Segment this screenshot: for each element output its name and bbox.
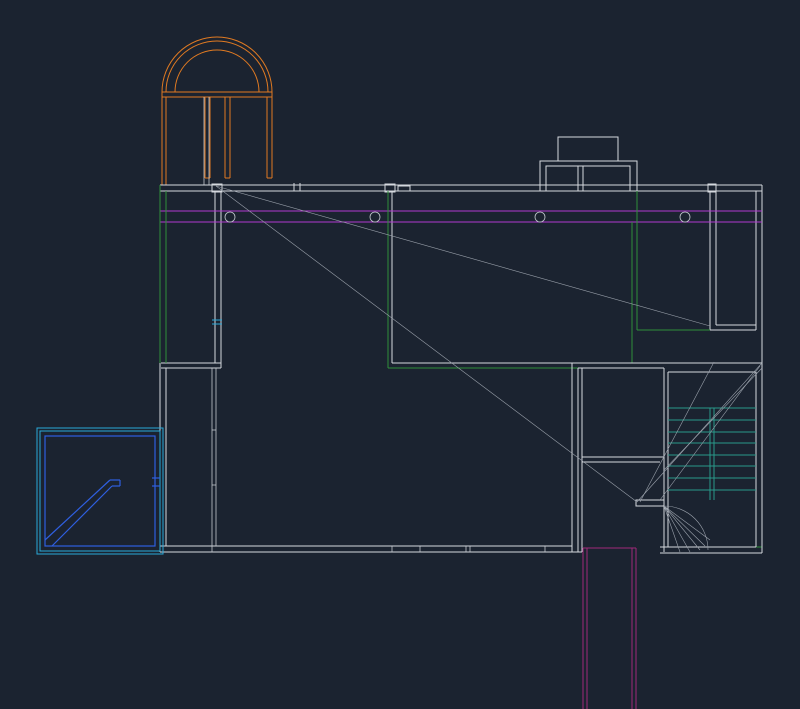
bay-window-orange xyxy=(161,36,273,185)
green-layer xyxy=(159,185,762,548)
floor-plan-drawing xyxy=(36,36,763,709)
cad-viewport[interactable] xyxy=(0,0,800,709)
annex-box xyxy=(36,427,164,555)
chimney-block xyxy=(539,136,638,192)
beam-line-magenta xyxy=(160,210,762,223)
lower-walls xyxy=(159,362,763,554)
walkway-purple xyxy=(582,547,637,709)
stair-treads xyxy=(663,407,756,553)
